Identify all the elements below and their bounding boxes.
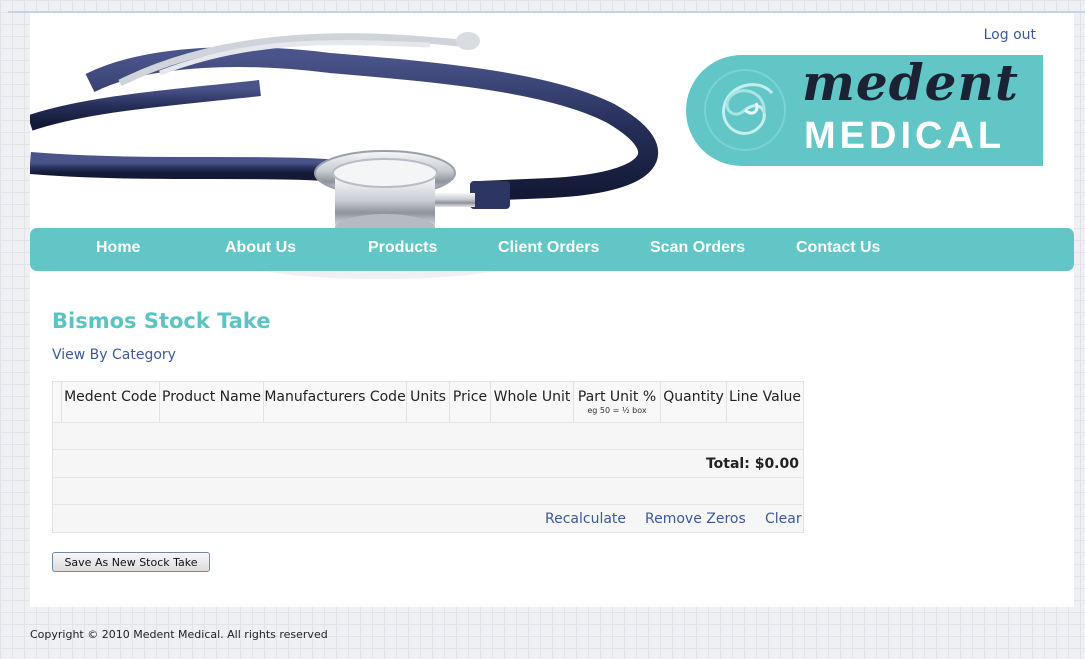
column-header-line-value: Line Value — [726, 382, 803, 422]
save-as-new-stock-take-button[interactable]: Save As New Stock Take — [52, 552, 210, 572]
logo-text-medent: medent — [802, 55, 1019, 112]
footer-copyright: Copyright © 2010 Medent Medical. All rig… — [30, 628, 328, 641]
view-by-category-link[interactable]: View By Category — [52, 347, 176, 363]
column-header-part-unit: Part Unit % eg 50 = ½ box — [573, 382, 660, 422]
main-nav: Home About Us Products Client Orders Sca… — [30, 228, 1074, 271]
swirl-logo-icon — [704, 69, 786, 151]
column-header-units: Units — [406, 382, 449, 422]
table-row-divider — [53, 504, 803, 505]
clear-link[interactable]: Clear — [765, 511, 802, 527]
header: Log out medent MEDICAL Home About Us Pro… — [30, 13, 1074, 313]
nav-item-scan-orders[interactable]: Scan Orders — [650, 239, 745, 257]
nav-item-contact-us[interactable]: Contact Us — [796, 239, 880, 257]
medent-medical-logo: medent MEDICAL — [686, 55, 1043, 166]
logo-text-medical: MEDICAL — [804, 115, 1006, 157]
column-header-medent-code: Medent Code — [61, 382, 159, 422]
table-header-spacer — [53, 382, 61, 422]
page-container: Log out medent MEDICAL Home About Us Pro… — [30, 13, 1074, 607]
column-header-price: Price — [449, 382, 490, 422]
nav-item-client-orders[interactable]: Client Orders — [498, 239, 599, 257]
logout-link[interactable]: Log out — [984, 27, 1036, 43]
column-header-quantity: Quantity — [660, 382, 726, 422]
table-row-divider — [53, 422, 803, 423]
column-header-product-name: Product Name — [159, 382, 263, 422]
column-header-part-unit-note: eg 50 = ½ box — [587, 406, 647, 415]
table-row-divider — [53, 449, 803, 450]
table-row-divider — [53, 477, 803, 478]
remove-zeros-link[interactable]: Remove Zeros — [645, 511, 746, 527]
nav-item-home[interactable]: Home — [96, 239, 140, 257]
column-header-whole-unit: Whole Unit — [490, 382, 573, 422]
nav-item-about-us[interactable]: About Us — [225, 239, 296, 257]
stock-take-table: Medent Code Product Name Manufacturers C… — [52, 381, 804, 533]
column-header-part-unit-label: Part Unit % — [577, 389, 657, 405]
page-title: Bismos Stock Take — [52, 309, 271, 333]
total-value: Total: $0.00 — [705, 456, 799, 472]
recalculate-link[interactable]: Recalculate — [545, 511, 626, 527]
nav-item-products[interactable]: Products — [368, 239, 437, 257]
table-header-row: Medent Code Product Name Manufacturers C… — [53, 382, 803, 422]
column-header-manufacturers-code: Manufacturers Code — [263, 382, 406, 422]
